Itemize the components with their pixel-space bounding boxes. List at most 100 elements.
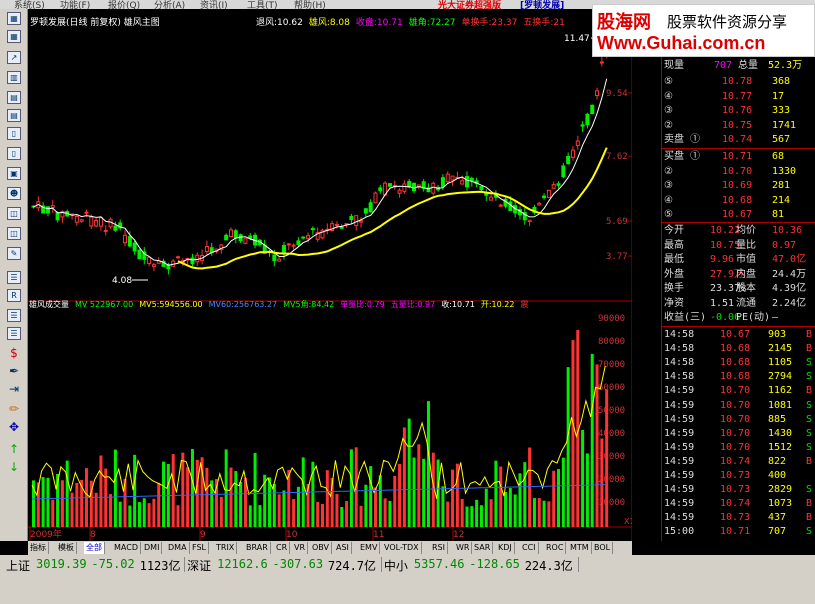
volume-bar [393,476,397,527]
pen-icon[interactable]: ✒ [7,365,21,378]
tab-cci[interactable]: CCI [520,542,539,554]
tick-row: 14:59 10.70 1430 S [662,427,814,440]
quote-cell: 822 [768,455,787,467]
volume-bar [321,503,324,527]
chart-icon[interactable]: ◫ [7,227,21,240]
folder-icon[interactable]: ▣ [7,167,21,180]
tab-rsi[interactable]: RSI [430,542,448,554]
quote-cell: 10.36 [772,225,803,236]
tab-dma[interactable]: DMA [166,542,190,554]
tab-sar[interactable]: SAR [472,542,494,554]
up-arrow-icon[interactable]: ↑ [7,443,21,456]
down-arrow-icon[interactable]: ↓ [7,461,21,474]
volume-bar [239,481,243,527]
quote-cell: 10.71 [720,526,751,538]
list-icon[interactable]: ☰ [7,309,21,322]
tab-kdj[interactable]: KDJ [496,542,515,554]
candle-up [570,149,575,158]
tab-trix[interactable]: TRIX [214,542,238,554]
tab-wr[interactable]: WR [454,542,473,554]
table-icon[interactable]: ▤ [7,109,21,122]
chart-icon[interactable]: ◫ [7,207,21,220]
price-axis-label: 9.54 [606,89,628,99]
volume-bar [518,473,522,527]
tab-roc[interactable]: ROC [544,542,567,554]
export-icon[interactable]: ⇥ [7,383,21,396]
menu-tools[interactable]: 工具(T) [247,0,278,9]
tab-mtm[interactable]: MTM [568,542,592,554]
volume-bar [571,340,575,527]
candle-down [378,187,383,192]
tab-bol[interactable]: BOL [592,542,614,554]
tab-macd[interactable]: MACD [112,542,141,554]
list-icon[interactable]: ☰ [7,271,21,284]
tab-emv[interactable]: EMV [358,542,381,554]
volume-bar [417,444,421,527]
candle-down [55,212,60,221]
quote-cell: 81 [772,209,785,220]
tab-cr[interactable]: CR [274,542,291,554]
tab-dmi[interactable]: DMI [142,542,163,554]
menu-help[interactable]: 帮助(H) [294,0,326,9]
volume-bar [65,460,69,527]
menu-system[interactable]: 系统(S) [14,0,45,9]
grid-icon[interactable]: ▦ [7,30,21,43]
volume-axis-label: 70000 [598,360,625,370]
pencil-icon[interactable]: ✏ [7,403,21,416]
book-divider [662,148,815,149]
index-name[interactable]: 中小 [384,557,408,574]
grid-icon[interactable]: ▦ [7,12,21,25]
candle-down [363,208,368,214]
quote-cell: 14:58 [664,371,695,383]
doc-icon[interactable]: ▯ [7,127,21,140]
rs-icon[interactable]: R [7,289,21,302]
quote-cell: 10.75 [722,119,753,131]
bar-icon[interactable]: ▥ [7,71,21,84]
tab-brar[interactable]: BRAR [244,542,271,554]
tab-vol-tdx[interactable]: VOL-TDX [382,542,422,554]
tab-指标[interactable]: 指标 [28,542,49,554]
volume-bar [205,467,209,527]
doc-icon[interactable]: ▯ [7,147,21,160]
price-axis-label: 3.77 [606,252,628,262]
candle-down [412,182,417,192]
tab-vr[interactable]: VR [292,542,309,554]
quote-cell: 14:59 [664,427,695,439]
volume-bar [504,492,508,527]
tab-asi[interactable]: ASI [334,542,352,554]
quote-cell: 买盘 ① [664,151,701,162]
tab-全部[interactable]: 全部 [84,542,105,554]
edit-icon[interactable]: ✎ [7,247,21,260]
people-icon[interactable]: ☻ [7,187,21,200]
tick-row: 14:59 10.73 437 B [662,511,814,524]
menu-quote[interactable]: 报价(Q) [108,0,140,9]
candle-up [402,183,407,192]
tick-row: 14:58 10.68 2794 S [662,370,814,383]
chart-area[interactable]: 9.54 7.62 5.69 3.77 90000 80000 70000 60000 5000… [28,9,640,541]
quote-cell: 707 [768,526,787,538]
tab-obv[interactable]: OBV [310,542,333,554]
candle-down [132,242,137,252]
trend-icon[interactable]: ↗ [7,51,21,64]
menu-info[interactable]: 资讯(I) [200,0,228,9]
tab-模板[interactable]: 模板 [56,542,77,554]
tab-fsl[interactable]: FSL [190,542,209,554]
quote-cell: 368 [772,76,791,87]
month-label: 8 [90,530,96,540]
index-chg: -75.02 [91,557,135,571]
candle-down [310,228,315,231]
volume-bar [537,498,541,527]
index-name[interactable]: 上证 [6,557,30,574]
quote-cell: 股本 [736,283,756,294]
menu-function[interactable]: 功能(F) [60,0,90,9]
index-name[interactable]: 深证 [187,557,211,574]
table-icon[interactable]: ▤ [7,91,21,104]
volume-bar [441,486,445,527]
chart-svg[interactable]: 9.54 7.62 5.69 3.77 90000 80000 70000 60000 5000… [28,9,640,541]
crosshair-icon[interactable]: ✥ [7,421,21,434]
dollar-icon[interactable]: $ [7,347,21,360]
list-icon[interactable]: ☰ [7,327,21,340]
candle-down [248,235,253,239]
quote-cell: 现量 [664,60,684,71]
menu-analysis[interactable]: 分析(A) [154,0,185,9]
